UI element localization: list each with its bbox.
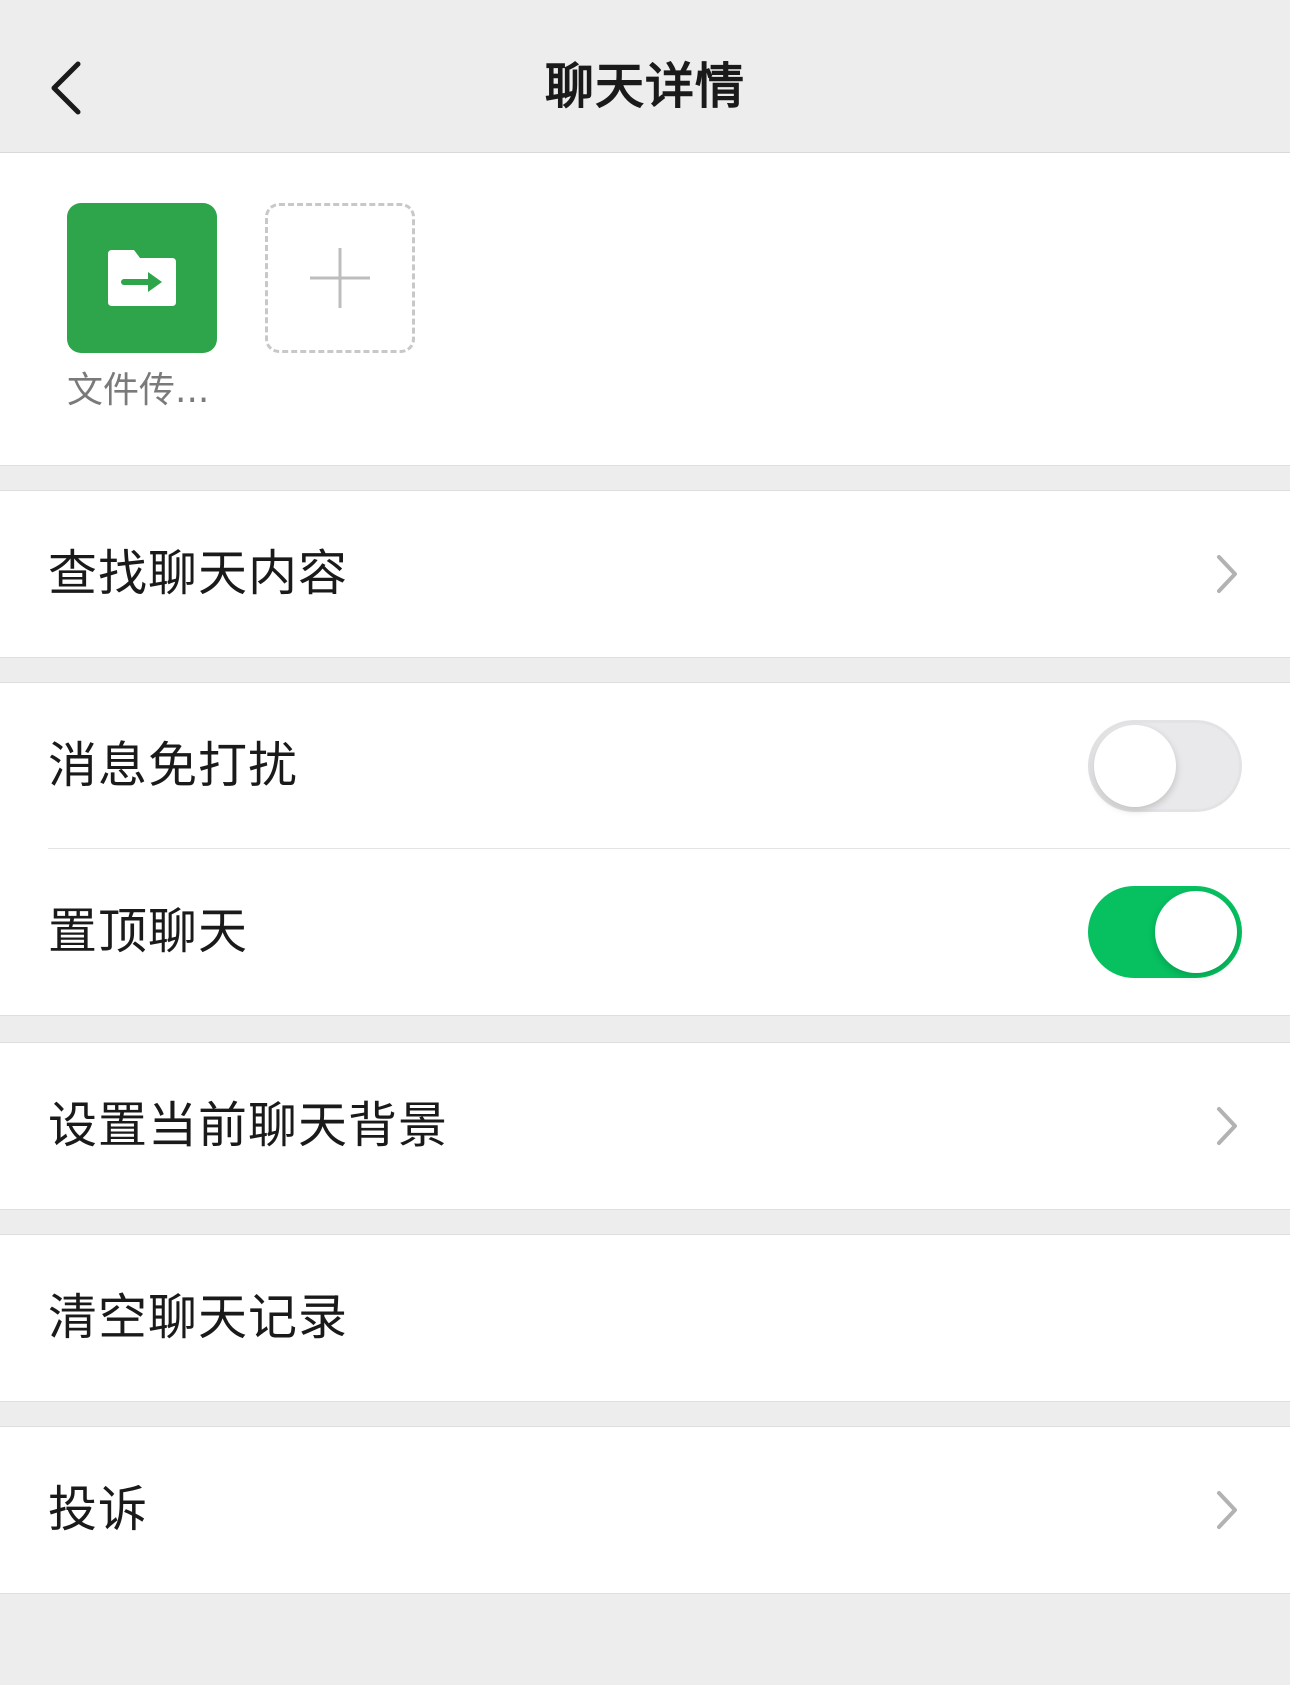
search-section: 查找聊天内容 <box>0 490 1290 658</box>
mute-label: 消息免打扰 <box>48 737 299 794</box>
complain-section: 投诉 <box>0 1426 1290 1594</box>
pin-toggle[interactable] <box>1088 886 1242 978</box>
toggle-knob <box>1155 891 1237 973</box>
background-section: 设置当前聊天背景 <box>0 1042 1290 1210</box>
pin-label: 置顶聊天 <box>48 903 249 960</box>
page-title: 聊天详情 <box>544 58 745 115</box>
member-area: 文件传... <box>0 153 1290 466</box>
search-chat-row[interactable]: 查找聊天内容 <box>0 491 1290 657</box>
member-file-transfer[interactable]: 文件传... <box>67 203 217 415</box>
mute-toggle[interactable] <box>1088 720 1242 812</box>
pin-row: 置顶聊天 <box>0 849 1290 1015</box>
clear-history-label: 清空聊天记录 <box>48 1289 349 1346</box>
avatar <box>67 203 217 353</box>
chat-background-row[interactable]: 设置当前聊天背景 <box>0 1043 1290 1209</box>
plus-icon <box>310 248 370 308</box>
chat-background-label: 设置当前聊天背景 <box>48 1097 449 1154</box>
chevron-right-icon <box>1212 549 1242 599</box>
clear-section: 清空聊天记录 <box>0 1234 1290 1402</box>
add-member-button[interactable] <box>265 203 415 353</box>
complain-label: 投诉 <box>48 1481 149 1538</box>
mute-row: 消息免打扰 <box>0 683 1290 849</box>
toggle-section: 消息免打扰 置顶聊天 <box>0 682 1290 1016</box>
member-name: 文件传... <box>67 370 210 411</box>
clear-history-row[interactable]: 清空聊天记录 <box>0 1235 1290 1401</box>
complain-row[interactable]: 投诉 <box>0 1427 1290 1593</box>
chevron-right-icon <box>1212 1485 1242 1535</box>
nav-bar: 聊天详情 <box>0 0 1290 153</box>
chevron-right-icon <box>1212 1101 1242 1151</box>
toggle-knob <box>1094 725 1176 807</box>
file-transfer-folder-icon <box>108 250 176 306</box>
search-chat-label: 查找聊天内容 <box>48 545 349 602</box>
